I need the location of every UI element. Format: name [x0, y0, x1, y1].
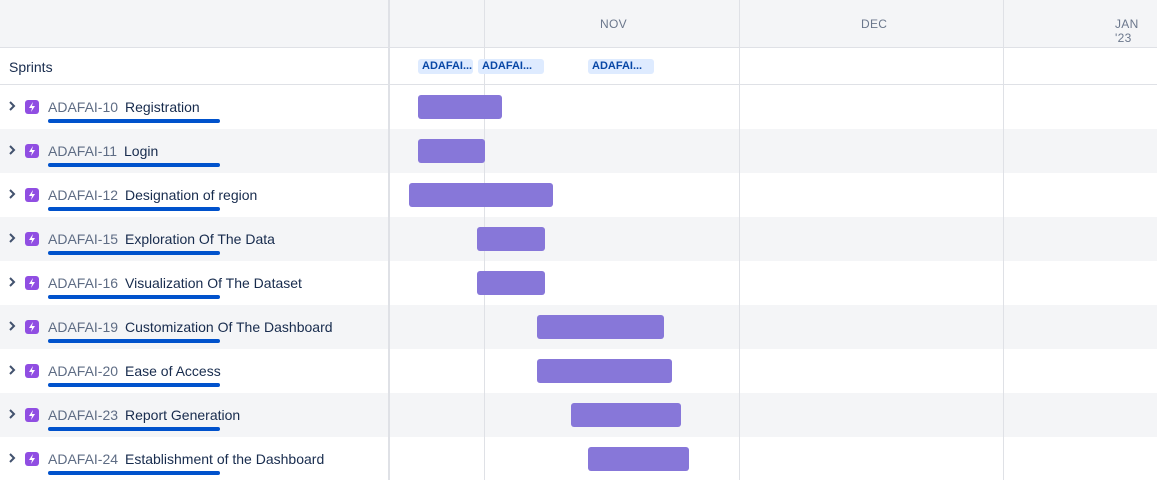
month-label-dec: DEC	[861, 17, 888, 31]
progress-bar	[48, 251, 220, 255]
issue-key[interactable]: ADAFAI-16	[48, 275, 118, 291]
sprint-chip[interactable]: ADAFAI...	[588, 59, 654, 74]
sprint-chip[interactable]: ADAFAI...	[418, 59, 473, 74]
sprints-row: ADAFAI... ADAFAI... ADAFAI...	[390, 48, 1157, 85]
issue-key[interactable]: ADAFAI-19	[48, 319, 118, 335]
progress-bar	[48, 295, 220, 299]
timeline-row	[390, 305, 1157, 349]
chevron-right-icon[interactable]	[7, 143, 19, 157]
issue-key[interactable]: ADAFAI-15	[48, 231, 118, 247]
epic-lightning-icon	[25, 188, 39, 202]
issue-row[interactable]: ADAFAI-19 Customization Of The Dashboard	[0, 305, 388, 349]
epic-lightning-icon	[25, 144, 39, 158]
month-label-nov: NOV	[600, 17, 627, 31]
chevron-right-icon[interactable]	[7, 407, 19, 421]
issue-row[interactable]: ADAFAI-24 Establishment of the Dashboard	[0, 437, 388, 481]
schedule-bar[interactable]	[571, 403, 681, 427]
issue-summary[interactable]: Establishment of the Dashboard	[125, 451, 324, 467]
sprints-row-label: Sprints	[0, 48, 388, 85]
issue-summary[interactable]: Exploration Of The Data	[125, 231, 275, 247]
schedule-bar[interactable]	[418, 95, 502, 119]
schedule-bar[interactable]	[477, 271, 545, 295]
epic-lightning-icon	[25, 408, 39, 422]
issue-row[interactable]: ADAFAI-20 Ease of Access	[0, 349, 388, 393]
epic-lightning-icon	[25, 276, 39, 290]
issue-summary[interactable]: Registration	[125, 99, 200, 115]
issue-key[interactable]: ADAFAI-24	[48, 451, 118, 467]
progress-bar	[48, 207, 220, 211]
schedule-bar[interactable]	[537, 359, 672, 383]
issue-row[interactable]: ADAFAI-16 Visualization Of The Dataset	[0, 261, 388, 305]
issue-summary[interactable]: Customization Of The Dashboard	[125, 319, 333, 335]
epic-lightning-icon	[25, 100, 39, 114]
issue-summary[interactable]: Visualization Of The Dataset	[125, 275, 302, 291]
chevron-right-icon[interactable]	[7, 363, 19, 377]
issue-summary[interactable]: Login	[124, 143, 158, 159]
chevron-right-icon[interactable]	[7, 231, 19, 245]
schedule-bar[interactable]	[588, 447, 689, 471]
chevron-right-icon[interactable]	[7, 451, 19, 465]
chevron-right-icon[interactable]	[7, 319, 19, 333]
month-label-jan: JAN '23	[1115, 17, 1139, 45]
issue-row[interactable]: ADAFAI-11 Login	[0, 129, 388, 173]
issue-row[interactable]: ADAFAI-12 Designation of region	[0, 173, 388, 217]
chevron-right-icon[interactable]	[7, 187, 19, 201]
schedule-bar[interactable]	[418, 139, 485, 163]
schedule-bar[interactable]	[477, 227, 545, 251]
chevron-right-icon[interactable]	[7, 99, 19, 113]
issue-key[interactable]: ADAFAI-23	[48, 407, 118, 423]
issue-list-panel: Sprints ADAFAI-10 Registration ADAFAI-11…	[0, 0, 390, 480]
epic-lightning-icon	[25, 364, 39, 378]
issue-row[interactable]: ADAFAI-10 Registration	[0, 85, 388, 129]
epic-lightning-icon	[25, 320, 39, 334]
epic-lightning-icon	[25, 452, 39, 466]
timeline-row	[390, 349, 1157, 393]
sprint-chip[interactable]: ADAFAI...	[478, 59, 544, 74]
timeline-row	[390, 437, 1157, 480]
timeline-row	[390, 85, 1157, 129]
issue-summary[interactable]: Designation of region	[125, 187, 257, 203]
progress-bar	[48, 471, 220, 475]
schedule-bar[interactable]	[537, 315, 664, 339]
issue-key[interactable]: ADAFAI-10	[48, 99, 118, 115]
progress-bar	[48, 383, 220, 387]
epic-lightning-icon	[25, 232, 39, 246]
timeline-panel: NOV DEC JAN '23 ADAFAI... ADAFAI... ADAF…	[390, 0, 1157, 480]
timeline-row	[390, 393, 1157, 437]
issue-summary[interactable]: Ease of Access	[125, 363, 221, 379]
timeline-row	[390, 129, 1157, 173]
progress-bar	[48, 427, 220, 431]
issue-row[interactable]: ADAFAI-15 Exploration Of The Data	[0, 217, 388, 261]
issue-row[interactable]: ADAFAI-23 Report Generation	[0, 393, 388, 437]
timeline-header: NOV DEC JAN '23	[390, 0, 1157, 48]
issue-key[interactable]: ADAFAI-12	[48, 187, 118, 203]
schedule-bar[interactable]	[409, 183, 553, 207]
issue-key[interactable]: ADAFAI-11	[48, 143, 117, 159]
progress-bar	[48, 119, 220, 123]
issue-summary[interactable]: Report Generation	[125, 407, 240, 423]
progress-bar	[48, 163, 220, 167]
issue-list-header	[0, 0, 388, 48]
progress-bar	[48, 339, 220, 343]
sprints-label: Sprints	[9, 59, 53, 75]
issue-key[interactable]: ADAFAI-20	[48, 363, 118, 379]
chevron-right-icon[interactable]	[7, 275, 19, 289]
